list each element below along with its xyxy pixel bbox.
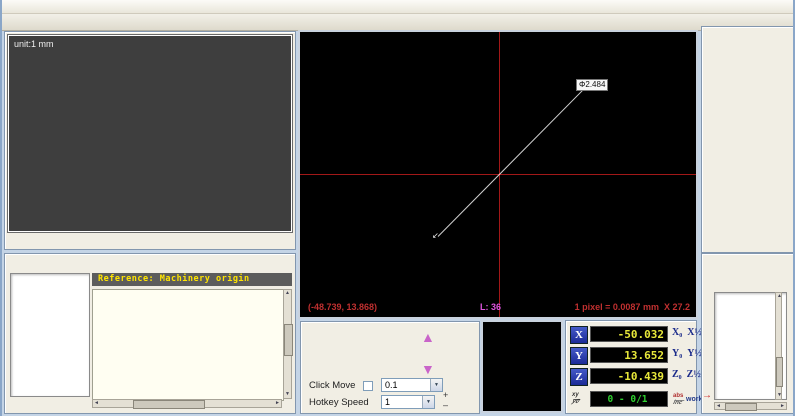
scroll-up-icon[interactable]: ▲ [284, 290, 291, 297]
z-down-button[interactable]: ▼ [421, 362, 435, 376]
step-counter-display: 0 - 0/1 [590, 391, 668, 407]
x-half-button[interactable]: X½ [687, 327, 702, 338]
scroll-left-icon[interactable]: ◄ [715, 403, 722, 410]
scroll-down-icon[interactable]: ▼ [776, 392, 783, 399]
pixel-magnifier-panel [481, 320, 563, 413]
stage-coordinates-label: (-48.739, 13.868) [308, 302, 377, 312]
feature-list[interactable] [10, 273, 90, 397]
axis-x-label: X [570, 326, 588, 344]
speed-decrease-button[interactable]: – [443, 402, 448, 408]
click-move-checkbox[interactable] [363, 381, 373, 391]
camera-view-panel: ↙ Φ2.484 (-48.739, 13.868) L: 36 1 pixel… [298, 30, 698, 319]
axis-y-label: Y [570, 347, 588, 365]
scroll-thumb[interactable] [284, 324, 293, 356]
scroll-left-icon[interactable]: ◄ [93, 400, 100, 407]
work-coordinate-toggle[interactable]: work [686, 397, 702, 403]
steps-vertical-scrollbar[interactable]: ▲ ▼ [775, 292, 782, 400]
hotkey-speed-select[interactable]: 1 ▼ [381, 395, 435, 409]
y-position-display: 13.652 [590, 347, 668, 363]
chevron-down-icon[interactable]: ▼ [422, 396, 434, 408]
steps-horizontal-scrollbar[interactable]: ◄ ► [714, 402, 787, 410]
abs-inc-toggle[interactable]: absinc [673, 394, 683, 406]
y-zero-button[interactable]: Y₀ [672, 348, 682, 359]
x-position-display: -50.032 [590, 326, 668, 342]
scroll-right-icon[interactable]: ► [274, 400, 281, 407]
scroll-up-icon[interactable]: ▲ [776, 293, 783, 300]
axis-ratio-icon[interactable]: xyy0 [572, 393, 579, 405]
app-window: unit:1 mm Reference: Machinery origin ▲ … [0, 0, 795, 416]
scroll-down-icon[interactable]: ▼ [284, 391, 291, 398]
program-steps-panel: ▲ ▼ ◄ ► → [701, 253, 795, 414]
menu-bar [2, 0, 795, 14]
z-half-button[interactable]: Z½ [687, 369, 701, 380]
draw-canvas[interactable]: unit:1 mm [8, 35, 292, 232]
geometry-tool-palette [701, 26, 795, 253]
z-position-display: -10.439 [590, 368, 668, 384]
reference-header: Reference: Machinery origin [92, 273, 292, 286]
z-up-button[interactable]: ▲ [421, 330, 435, 344]
y-half-button[interactable]: Y½ [687, 348, 702, 359]
draw-panel: unit:1 mm [4, 31, 296, 250]
scroll-thumb[interactable] [133, 400, 205, 409]
unit-label: unit:1 mm [14, 39, 54, 49]
dro-readout-panel: X -50.032 X₀X½ Y 13.652 Y₀Y½ Z -10.439 Z… [565, 320, 697, 414]
main-toolbar [2, 14, 795, 31]
speed-increase-button[interactable]: + [443, 392, 448, 398]
diameter-value-label: Φ2.484 [576, 79, 608, 91]
magnifier-image[interactable] [483, 322, 561, 411]
motion-control-panel: ▲ ▼ Click Move 0.1 ▼ Hotkey Speed 1 ▼ + … [300, 321, 480, 414]
z-zero-button[interactable]: Z₀ [672, 369, 682, 380]
measure-line-arrow-icon: ↙ [432, 231, 439, 240]
click-move-select[interactable]: 0.1 ▼ [381, 378, 443, 392]
chevron-down-icon[interactable]: ▼ [430, 379, 442, 391]
table-horizontal-scrollbar[interactable]: ◄ ► [92, 399, 282, 408]
scroll-thumb[interactable] [776, 357, 783, 387]
table-vertical-scrollbar[interactable]: ▲ ▼ [283, 289, 292, 399]
measure-table-wrap: Reference: Machinery origin ▲ ▼ ◄ ► [92, 273, 292, 409]
axis-z-label: Z [570, 368, 588, 386]
pixel-scale-label: 1 pixel = 0.0087 mm X 27.2 [575, 302, 690, 312]
scroll-right-icon[interactable]: ► [779, 403, 786, 410]
length-label: L: 36 [480, 302, 501, 312]
hotkey-speed-label: Hotkey Speed [309, 397, 369, 408]
results-panel: Reference: Machinery origin ▲ ▼ ◄ ► [4, 253, 296, 414]
scroll-thumb[interactable] [725, 403, 757, 411]
current-step-arrow-icon: → [702, 390, 712, 401]
click-move-label: Click Move [309, 380, 355, 391]
x-zero-button[interactable]: X₀ [672, 327, 682, 338]
